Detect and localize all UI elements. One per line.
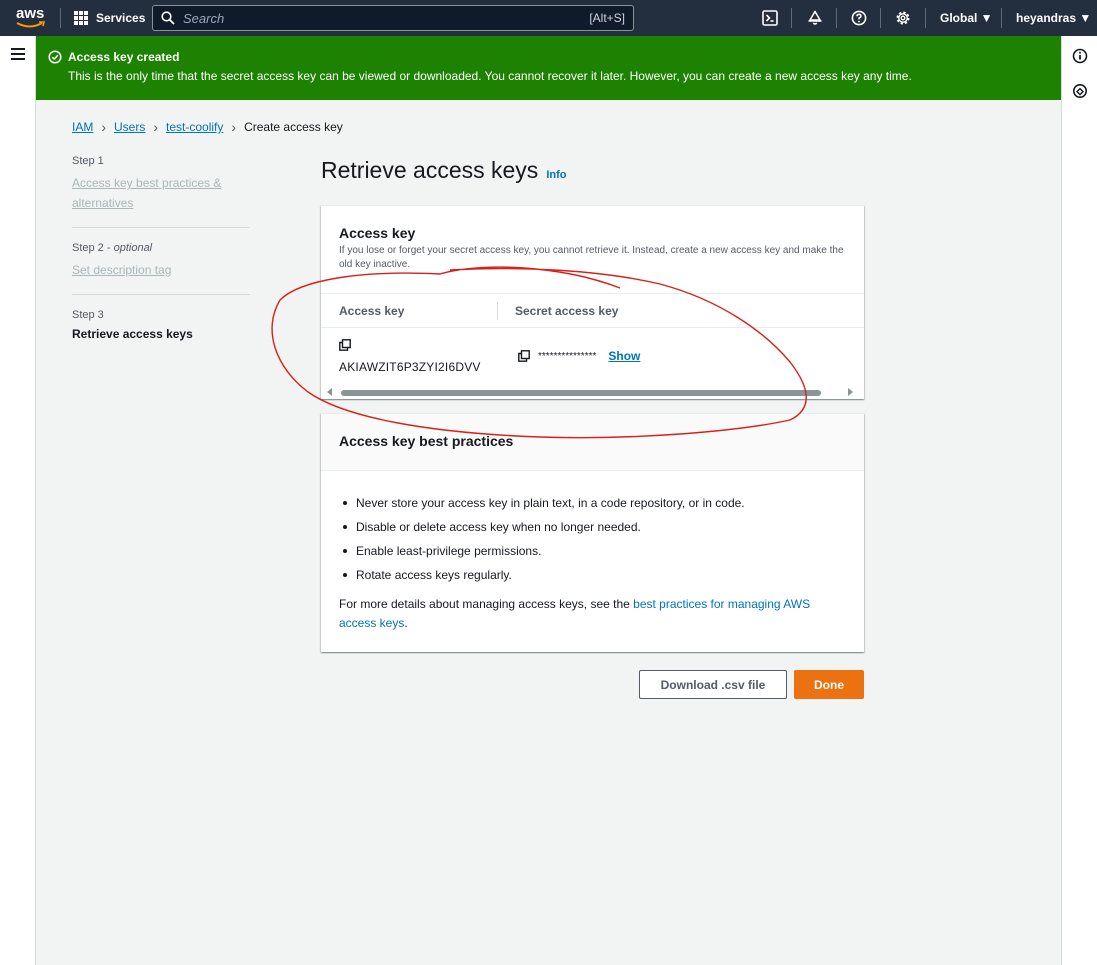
check-circle-icon — [48, 50, 62, 64]
account-menu[interactable]: heyandras ▼ — [1016, 11, 1091, 25]
hamburger-icon[interactable] — [11, 48, 25, 63]
list-item: Rotate access keys regularly. — [339, 563, 846, 587]
notifications-button[interactable] — [806, 9, 824, 27]
right-tools-rail — [1061, 36, 1097, 965]
copy-icon[interactable] — [339, 339, 351, 351]
step-number: Step 2 - optional — [72, 242, 153, 254]
best-practices-more: For more details about managing access k… — [339, 597, 811, 630]
copy-icon[interactable] — [518, 350, 530, 362]
column-header-secret-key: Secret access key — [515, 303, 619, 318]
breadcrumb: IAM › Users › test-coolify › Create acce… — [72, 119, 343, 135]
feedback-icon[interactable] — [1072, 83, 1088, 99]
aws-smile-icon — [16, 21, 46, 28]
settings-button[interactable] — [894, 9, 912, 27]
scrollbar-thumb[interactable] — [341, 390, 821, 396]
chevron-right-icon: › — [231, 119, 237, 135]
flash-title: Access key created — [68, 50, 180, 64]
breadcrumb-users[interactable]: Users — [114, 120, 145, 134]
nav-divider — [60, 8, 61, 28]
best-practices-title: Access key best practices — [339, 433, 514, 449]
breadcrumb-user[interactable]: test-coolify — [166, 120, 223, 134]
wizard-step-1: Step 1 Access key best practices & alter… — [72, 155, 250, 228]
aws-logo[interactable]: aws — [14, 4, 48, 32]
scroll-left-arrow[interactable] — [327, 388, 332, 396]
step-3-current: Retrieve access keys — [72, 327, 193, 341]
list-item: Disable or delete access key when no lon… — [339, 515, 846, 539]
access-key-table-header: Access key Secret access key — [321, 294, 864, 328]
chevron-right-icon: › — [101, 119, 107, 135]
step-number: Step 1 — [72, 155, 104, 167]
gear-icon — [896, 11, 910, 25]
step-2-link[interactable]: Set description tag — [72, 260, 250, 280]
info-link[interactable]: Info — [546, 169, 566, 181]
best-practices-body: Never store your access key in plain tex… — [321, 471, 864, 633]
download-csv-button[interactable]: Download .csv file — [639, 670, 787, 699]
breadcrumb-current: Create access key — [244, 120, 343, 134]
secret-key-cell: *************** Show — [518, 349, 640, 363]
nav-divider — [880, 8, 881, 28]
wizard-step-3: Step 3 Retrieve access keys — [72, 309, 250, 355]
done-button[interactable]: Done — [794, 670, 864, 699]
best-practices-header: Access key best practices — [321, 414, 864, 471]
aws-logo-text: aws — [16, 5, 45, 22]
breadcrumb-iam[interactable]: IAM — [72, 120, 93, 134]
search-input[interactable] — [183, 10, 590, 26]
search-shortcut-hint: [Alt+S] — [589, 11, 625, 25]
grid-icon — [74, 11, 88, 25]
help-button[interactable] — [850, 9, 868, 27]
page-title: Retrieve access keys — [321, 157, 539, 183]
nav-divider — [836, 8, 837, 28]
column-header-access-key: Access key — [339, 303, 405, 318]
cloudshell-icon — [762, 10, 778, 26]
region-selector[interactable]: Global ▼ — [940, 11, 993, 25]
step-1-link[interactable]: Access key best practices & alternatives — [72, 173, 250, 213]
success-flash-banner: Access key created This is the only time… — [36, 36, 1061, 100]
wizard-steps: Step 1 Access key best practices & alter… — [72, 155, 250, 369]
page-heading: Retrieve access keys Info — [321, 157, 566, 184]
services-label: Services — [96, 11, 146, 25]
best-practices-panel: Access key best practices Never store yo… — [321, 413, 864, 652]
list-item: Enable least-privilege permissions. — [339, 539, 846, 563]
access-key-panel: Access key If you lose or forget your se… — [321, 205, 864, 399]
optional-label: optional — [113, 242, 153, 254]
access-key-panel-description: If you lose or forget your secret access… — [339, 245, 844, 270]
best-practices-list: Never store your access key in plain tex… — [339, 491, 846, 587]
help-icon — [851, 10, 867, 26]
search-icon — [161, 11, 175, 25]
horizontal-scrollbar[interactable] — [327, 387, 859, 397]
scroll-right-arrow[interactable] — [848, 388, 853, 396]
access-key-panel-title: Access key — [339, 225, 416, 241]
secret-key-masked: *************** — [538, 350, 597, 362]
search-bar[interactable]: [Alt+S] — [152, 5, 634, 31]
services-menu-button[interactable]: Services — [74, 8, 145, 28]
bell-icon — [808, 10, 822, 25]
flash-title-row: Access key created — [48, 50, 1061, 64]
wizard-step-2: Step 2 - optional Set description tag — [72, 242, 250, 295]
list-item: Never store your access key in plain tex… — [339, 491, 846, 515]
cloudshell-button[interactable] — [761, 9, 779, 27]
access-key-value: AKIAWZIT6P3ZYI2I6DVV — [339, 360, 481, 374]
access-key-panel-header: Access key If you lose or forget your se… — [321, 206, 864, 294]
access-key-cell: AKIAWZIT6P3ZYI2I6DVV — [339, 339, 481, 374]
nav-divider — [1001, 8, 1002, 28]
info-icon[interactable] — [1072, 48, 1088, 64]
chevron-right-icon: › — [153, 119, 159, 135]
top-navigation-bar: aws Services [Alt+S] — [0, 0, 1097, 36]
nav-divider — [925, 8, 926, 28]
table-row: AKIAWZIT6P3ZYI2I6DVV *************** Sho… — [321, 328, 864, 384]
show-secret-link[interactable]: Show — [608, 349, 640, 363]
flash-message: This is the only time that the secret ac… — [68, 69, 912, 83]
left-navigation-rail — [0, 36, 36, 965]
step-number: Step 3 — [72, 309, 104, 321]
nav-divider — [791, 8, 792, 28]
